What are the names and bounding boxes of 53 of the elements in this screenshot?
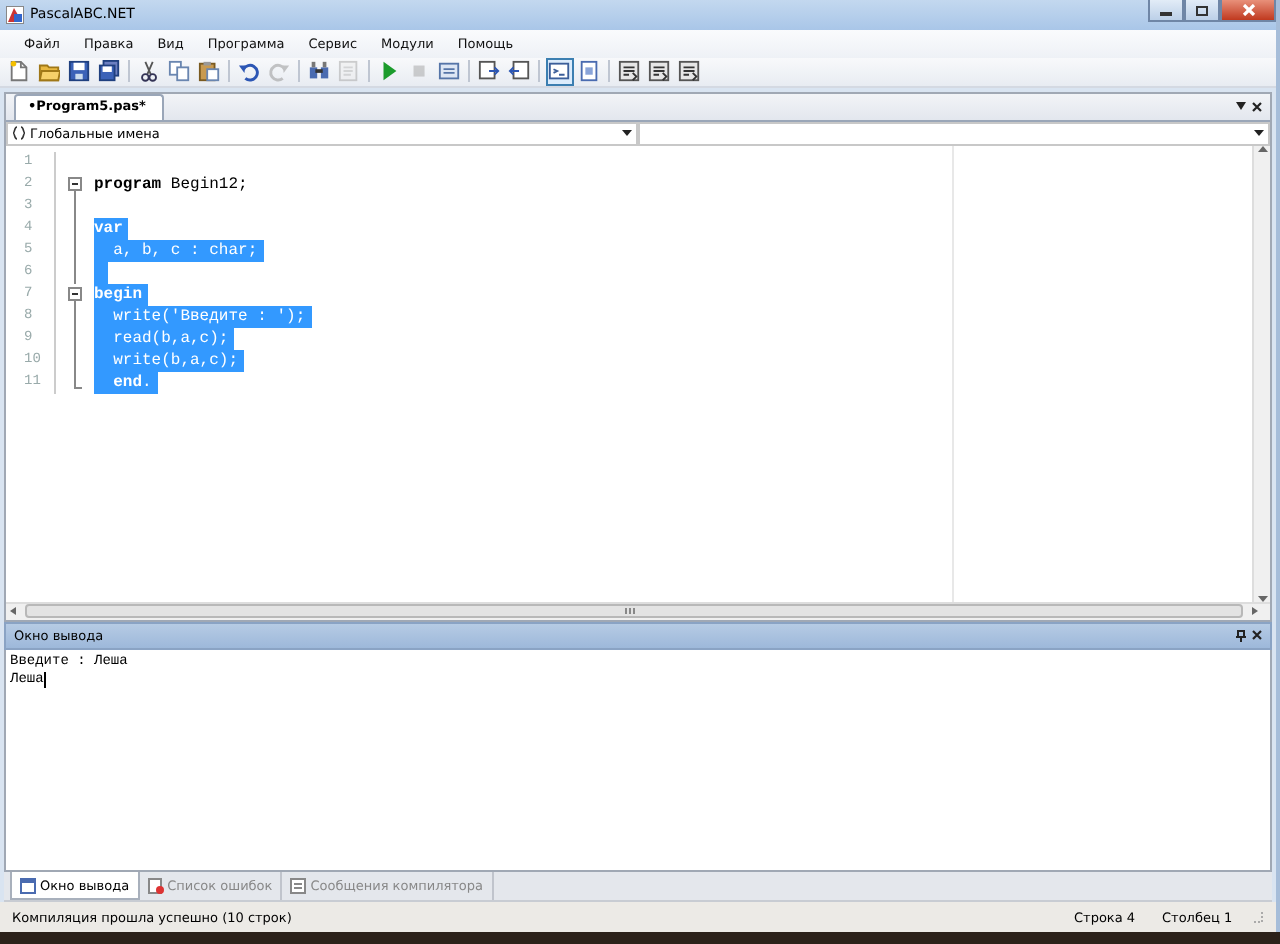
toolbar-button[interactable] bbox=[95, 57, 123, 86]
save-all-icon bbox=[98, 60, 120, 83]
run-icon bbox=[378, 60, 400, 83]
clipboard-icon bbox=[198, 60, 220, 83]
close-icon[interactable] bbox=[1252, 629, 1262, 640]
new-file-icon bbox=[8, 60, 30, 83]
redo-icon bbox=[268, 60, 290, 83]
console-icon bbox=[548, 60, 570, 83]
dropdown-arrow-icon bbox=[622, 130, 632, 137]
scissors-icon bbox=[138, 60, 160, 83]
step-icon bbox=[618, 60, 640, 83]
window-icon bbox=[20, 877, 36, 894]
close-button[interactable] bbox=[1220, 0, 1276, 22]
uncomment-icon bbox=[508, 60, 530, 83]
braces-icon bbox=[12, 126, 26, 141]
close-icon[interactable] bbox=[1252, 101, 1262, 112]
replace-icon bbox=[338, 60, 360, 83]
toolbar-button[interactable] bbox=[615, 57, 643, 86]
message-list-icon bbox=[290, 878, 307, 895]
toolbar-button[interactable] bbox=[575, 57, 603, 86]
minimize-button[interactable] bbox=[1148, 0, 1184, 22]
comment-icon bbox=[478, 60, 500, 83]
toolbar-button[interactable] bbox=[545, 57, 573, 86]
close-icon bbox=[1241, 4, 1255, 16]
toolbar-button[interactable] bbox=[135, 57, 163, 86]
toolbar-button[interactable] bbox=[675, 57, 703, 86]
toolbar-button[interactable] bbox=[645, 57, 673, 86]
dropdown-arrow-icon[interactable] bbox=[1236, 101, 1246, 110]
error-list-icon bbox=[147, 878, 164, 895]
binoculars-icon bbox=[308, 60, 330, 83]
fold-minus-icon bbox=[68, 283, 82, 306]
code-line: program Begin12; bbox=[94, 173, 250, 196]
fold-minus-icon bbox=[68, 173, 82, 196]
step-icon bbox=[678, 60, 700, 83]
horizontal-scrollbar[interactable] bbox=[6, 601, 1270, 620]
folder-icon bbox=[38, 60, 60, 83]
stop-icon bbox=[408, 60, 430, 83]
form-icon bbox=[578, 60, 600, 83]
resize-grip-icon bbox=[1250, 910, 1264, 925]
dropdown-arrow-icon bbox=[1254, 130, 1264, 137]
vertical-scrollbar[interactable] bbox=[1252, 145, 1270, 602]
step-icon bbox=[648, 60, 670, 83]
fold-end-icon bbox=[68, 371, 82, 394]
toolbar-button[interactable] bbox=[65, 57, 93, 86]
undo-icon bbox=[238, 60, 260, 83]
maximize-button[interactable] bbox=[1184, 0, 1220, 22]
toolbar-button[interactable] bbox=[195, 57, 223, 86]
maximize-icon bbox=[1196, 5, 1208, 15]
compile-icon bbox=[438, 60, 460, 83]
pin-icon[interactable] bbox=[1236, 629, 1246, 642]
copy-icon bbox=[168, 60, 190, 83]
app-logo-icon bbox=[6, 5, 24, 24]
text-cursor bbox=[43, 672, 46, 689]
